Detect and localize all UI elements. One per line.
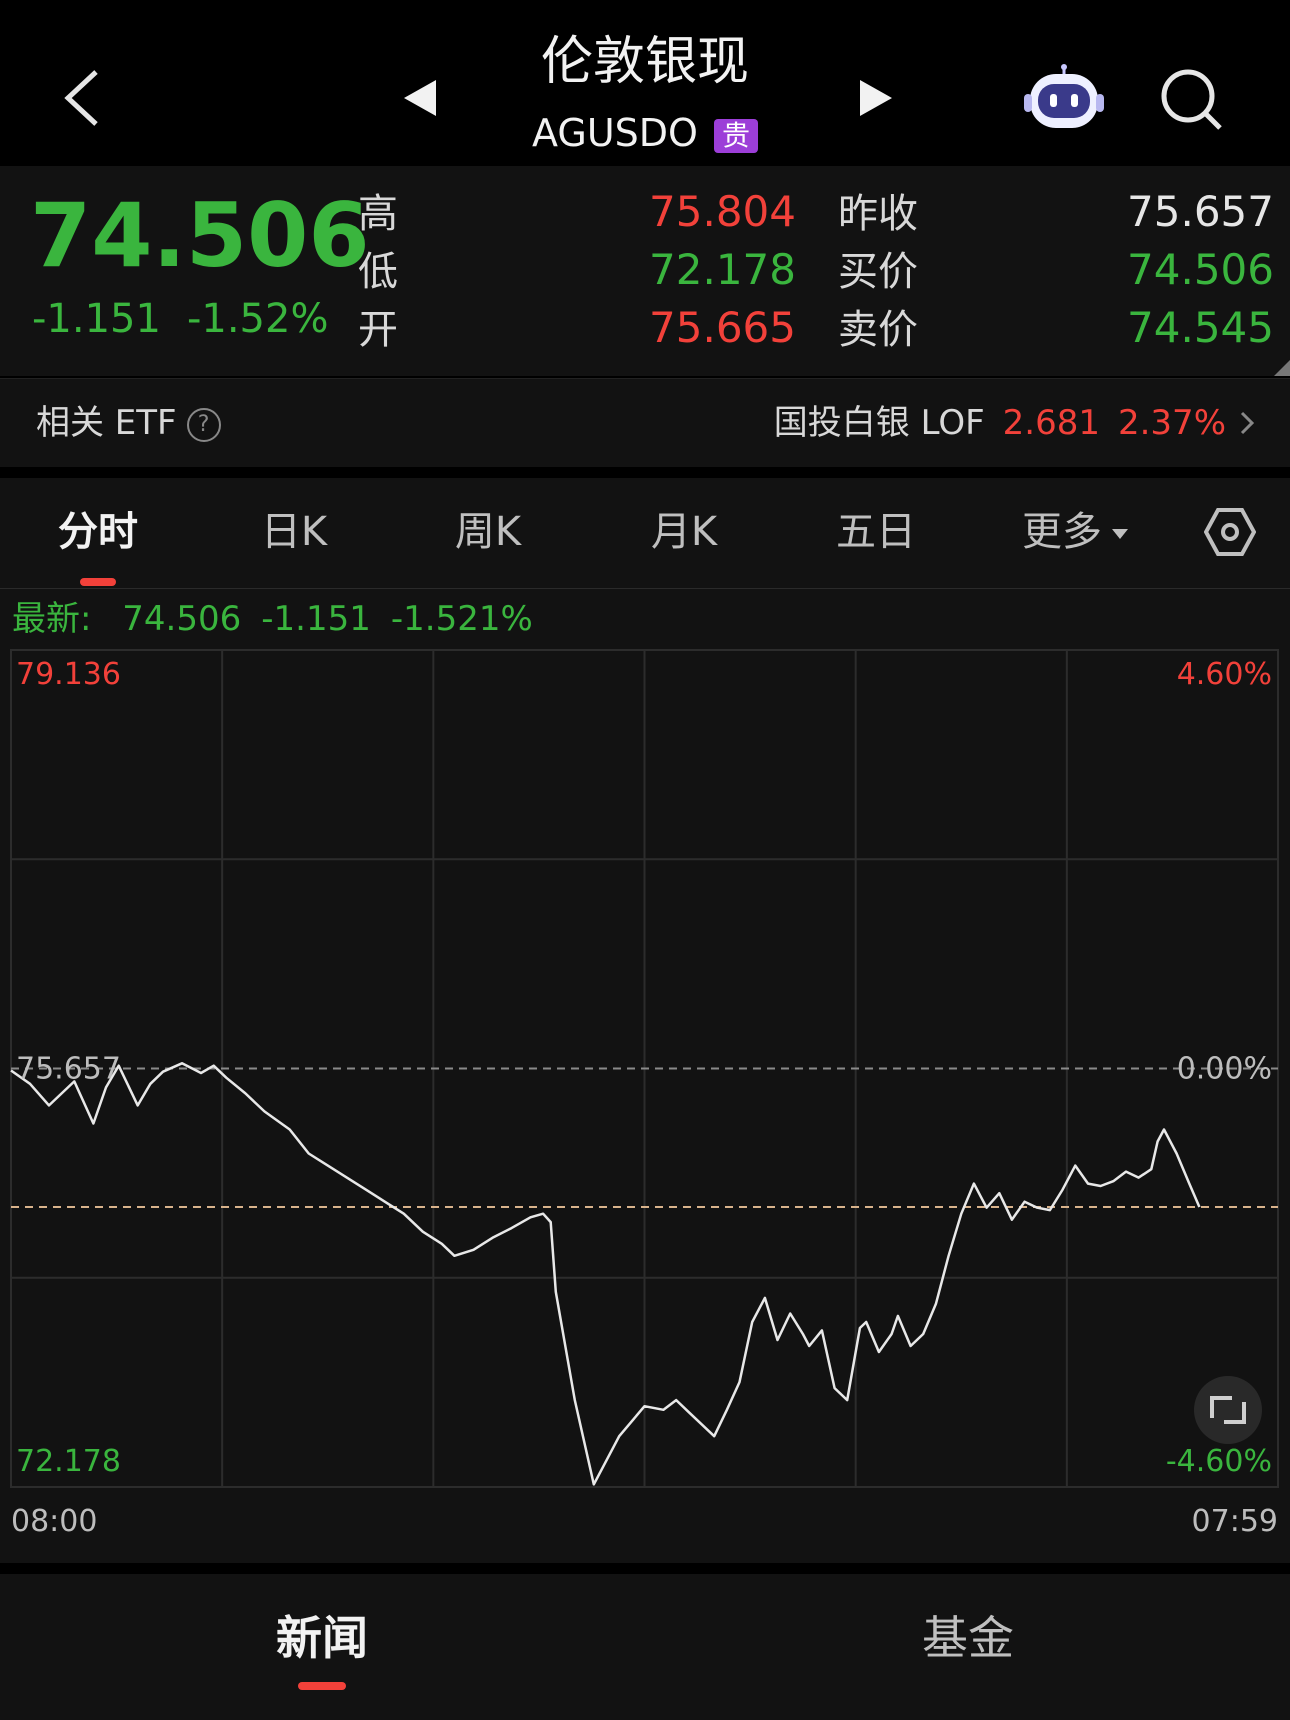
x-axis-start-time: 08:00 bbox=[11, 1504, 97, 1539]
etf-percent: 2.37% bbox=[1117, 403, 1226, 443]
chevron-left-icon bbox=[64, 70, 98, 126]
triangle-right-icon bbox=[860, 80, 892, 116]
open-value: 75.665 bbox=[649, 303, 796, 352]
prev-close-value: 75.657 bbox=[1127, 187, 1274, 236]
bottom-tab-indicator bbox=[298, 1682, 346, 1690]
high-value: 75.804 bbox=[649, 187, 796, 236]
change-amount: -1.151 bbox=[32, 296, 161, 342]
low-label: 低 bbox=[358, 249, 398, 295]
tab-funds[interactable]: 基金 bbox=[868, 1610, 1068, 1666]
ask-label: 卖价 bbox=[838, 307, 918, 353]
open-label: 开 bbox=[358, 307, 398, 353]
low-value: 72.178 bbox=[649, 245, 796, 294]
next-instrument-button[interactable] bbox=[852, 76, 896, 120]
last-price: 74.506 bbox=[30, 184, 370, 287]
prev-instrument-button[interactable] bbox=[400, 76, 444, 120]
instrument-symbol: AGUSDO bbox=[532, 111, 698, 155]
instrument-title: 伦敦银现 bbox=[540, 32, 749, 92]
quote-panel: 74.506 -1.151 -1.52% 高 低 开 75.804 72.178 … bbox=[0, 166, 1290, 376]
right-axis-tick-max: 4.60% bbox=[1177, 657, 1272, 692]
x-axis-end-time: 07:59 bbox=[1192, 1504, 1278, 1539]
high-label: 高 bbox=[358, 191, 398, 237]
left-axis-tick-prev-close: 75.657 bbox=[16, 1052, 121, 1087]
robot-icon bbox=[1024, 64, 1104, 128]
ai-assistant-button[interactable] bbox=[1024, 64, 1104, 134]
intraday-chart[interactable]: 79.136 75.657 72.178 4.60% 0.00% -4.60% … bbox=[0, 478, 1290, 1563]
etf-name: 国投白银 LOF bbox=[773, 403, 985, 443]
search-icon bbox=[1161, 69, 1222, 130]
etf-label-text: 相关 ETF bbox=[36, 403, 177, 443]
bottom-content-tabs: 新闻 基金 bbox=[0, 1574, 1290, 1720]
price-line bbox=[10, 1062, 1201, 1486]
ask-value: 74.545 bbox=[1127, 303, 1274, 352]
bid-label: 买价 bbox=[838, 249, 918, 295]
fullscreen-button-bg bbox=[1194, 1376, 1262, 1444]
change-percent: -1.52% bbox=[186, 296, 329, 342]
related-etf-label: 相关 ETF? bbox=[36, 401, 221, 445]
back-button[interactable] bbox=[56, 58, 116, 138]
price-change: -1.151 -1.52% bbox=[32, 294, 328, 344]
left-axis-tick-max: 79.136 bbox=[16, 657, 121, 692]
category-badge: 贵 bbox=[713, 118, 758, 153]
related-etf-row[interactable]: 相关 ETF? 国投白银 LOF 2.681 2.37% bbox=[0, 378, 1290, 467]
left-axis-tick-min: 72.178 bbox=[16, 1444, 121, 1479]
top-nav-bar: 伦敦银现 AGUSDO 贵 bbox=[0, 0, 1290, 166]
right-axis-tick-zero: 0.00% bbox=[1177, 1052, 1272, 1087]
help-icon[interactable]: ? bbox=[186, 407, 221, 442]
fullscreen-button[interactable] bbox=[1194, 1376, 1262, 1444]
instrument-symbol-row: AGUSDO 贵 bbox=[460, 110, 830, 156]
tab-news[interactable]: 新闻 bbox=[222, 1610, 422, 1666]
bid-value: 74.506 bbox=[1127, 245, 1274, 294]
etf-quote: 国投白银 LOF 2.681 2.37% bbox=[774, 401, 1226, 445]
chevron-right-icon bbox=[1240, 411, 1254, 435]
right-axis-tick-min: -4.60% bbox=[1166, 1444, 1272, 1479]
chart-panel: 分时 日K 周K 月K 五日 更多 最新: 74.506 -1.151 -1.521… bbox=[0, 478, 1290, 1563]
search-button[interactable] bbox=[1160, 68, 1224, 132]
expand-quote-handle[interactable] bbox=[1274, 360, 1290, 376]
etf-price: 2.681 bbox=[1002, 403, 1100, 443]
triangle-left-icon bbox=[404, 80, 436, 116]
prev-close-label: 昨收 bbox=[838, 191, 918, 237]
